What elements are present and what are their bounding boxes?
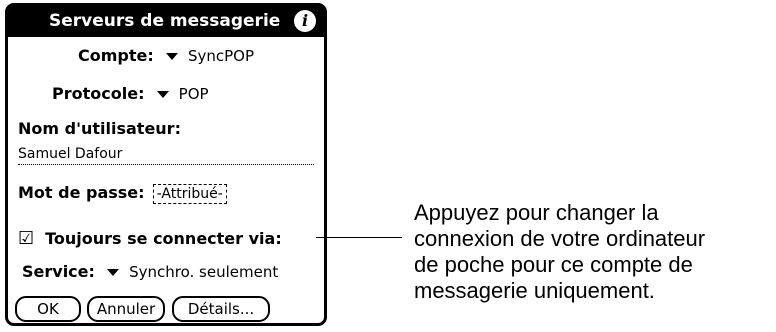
service-row: Service: Synchro. seulement (22, 262, 278, 281)
password-row: Mot de passe: -Attribué- (18, 183, 227, 204)
callout-line-4: messagerie uniquement. (414, 278, 655, 303)
service-value: Synchro. seulement (129, 263, 279, 281)
callout-leader-line (316, 237, 402, 238)
account-picker[interactable]: SyncPOP (159, 46, 254, 65)
always-connect-row: ☑ Toujours se connecter via: (18, 228, 282, 249)
dropdown-triangle-icon (107, 269, 120, 276)
callout-text: Appuyez pour changer la connexion de vot… (414, 200, 776, 304)
always-connect-checkbox[interactable]: ☑ (18, 228, 40, 249)
cancel-button[interactable]: Annuler (87, 296, 165, 322)
dialog-title: Serveurs de messagerie (49, 11, 281, 31)
dropdown-triangle-icon (156, 91, 169, 98)
dropdown-triangle-icon (165, 53, 178, 60)
callout-line-2: connexion de votre ordinateur (414, 226, 706, 251)
account-value: SyncPOP (187, 47, 255, 65)
service-picker[interactable]: Synchro. seulement (100, 262, 278, 281)
details-button[interactable]: Détails... (172, 296, 270, 322)
password-field[interactable]: -Attribué- (152, 184, 227, 204)
protocol-label: Protocole: (52, 84, 145, 103)
username-field[interactable]: Samuel Dafour (18, 146, 122, 162)
username-underline (18, 164, 314, 165)
info-icon[interactable]: i (294, 10, 316, 32)
account-row: Compte: SyncPOP (78, 46, 254, 65)
protocol-picker[interactable]: POP (150, 84, 209, 103)
service-label: Service: (22, 262, 95, 281)
protocol-value: POP (178, 85, 209, 103)
always-connect-label: Toujours se connecter via: (45, 229, 282, 248)
dialog-window: Serveurs de messagerie i Compte: SyncPOP… (5, 3, 327, 326)
callout-line-1: Appuyez pour changer la (414, 200, 659, 225)
callout-line-3: de poche pour ce compte de (414, 252, 693, 277)
password-label: Mot de passe: (18, 183, 145, 202)
account-label: Compte: (78, 46, 154, 65)
username-label: Nom d'utilisateur: (18, 119, 181, 138)
ok-button[interactable]: OK (15, 296, 81, 322)
protocol-row: Protocole: POP (52, 84, 209, 103)
title-bar: Serveurs de messagerie i (8, 6, 324, 37)
